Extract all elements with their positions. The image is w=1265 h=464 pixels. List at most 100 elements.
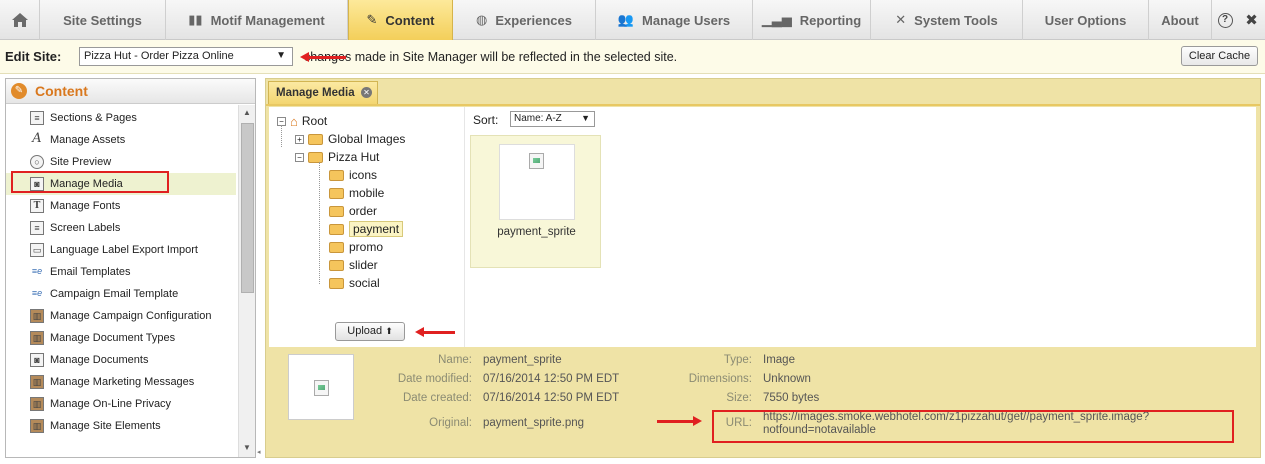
sidebar-item-label: Manage Site Elements (50, 420, 161, 432)
sidebar-item-manage-site-elements[interactable]: ▥ Manage Site Elements (6, 415, 236, 437)
sidebar-item-email-templates[interactable]: ≡e Email Templates (6, 261, 236, 283)
name-label: Name: (438, 354, 472, 366)
users-icon: 👥 (617, 12, 635, 27)
original-label: Original: (429, 417, 472, 429)
tree-connector (319, 162, 320, 284)
tab-label: Manage Media (276, 87, 355, 99)
date-created-value: 07/16/2014 12:50 PM EDT (483, 392, 620, 404)
edit-site-label: Edit Site: (5, 49, 62, 64)
sidebar-item-label: Manage Fonts (50, 200, 121, 212)
help-icon: ? (1217, 12, 1233, 28)
expand-icon[interactable]: + (295, 134, 304, 144)
sort-select-value: Name: A-Z (514, 113, 562, 124)
close-tab-icon[interactable]: ✕ (361, 87, 372, 98)
scrollbar-thumb[interactable] (241, 123, 254, 293)
tab-label: About (1161, 12, 1199, 28)
sidebar-item-manage-documents[interactable]: ◙ Manage Documents (6, 349, 236, 371)
scroll-down-icon[interactable]: ▼ (243, 443, 251, 452)
close-button[interactable]: ✖ (1238, 0, 1265, 40)
panel-splitter[interactable]: ◂ (257, 448, 262, 460)
folder-icon (308, 151, 323, 163)
tree-node-label: Root (301, 114, 328, 128)
folder-icon (329, 259, 344, 271)
folder-icon (329, 277, 344, 289)
tree-node-label: Pizza Hut (328, 150, 380, 164)
sidebar-item-manage-document-types[interactable]: ▥ Manage Document Types (6, 327, 236, 349)
document-icon: ≡ (30, 221, 44, 235)
tab-label: Content (385, 12, 435, 28)
tree-node-label: promo (349, 240, 384, 254)
tab-about[interactable]: About (1149, 0, 1212, 40)
folder-icon (329, 223, 344, 235)
sidebar-item-label: Manage Campaign Configuration (50, 310, 212, 322)
sidebar-item-campaign-email-template[interactable]: ≡e Campaign Email Template (6, 283, 236, 305)
original-value: payment_sprite.png (483, 417, 585, 429)
sidebar-item-label: Manage Marketing Messages (50, 376, 195, 388)
folder-icon (329, 205, 344, 217)
tab-motif-management[interactable]: ▮▮ Motif Management (166, 0, 348, 40)
help-button[interactable]: ? (1212, 0, 1238, 40)
tree-node-global-images[interactable]: + Global Images (295, 131, 405, 147)
sort-select[interactable]: Name: A-Z ▼ (510, 111, 595, 127)
collapse-icon[interactable]: − (295, 152, 304, 162)
scroll-up-icon[interactable]: ▲ (243, 108, 251, 117)
tab-reporting[interactable]: ▁▃▅ Reporting (753, 0, 871, 40)
tree-node-payment[interactable]: payment (329, 221, 404, 237)
tab-underline (266, 104, 1260, 106)
tab-site-settings[interactable]: Site Settings (40, 0, 166, 40)
date-modified-label: Date modified: (397, 373, 472, 385)
window-icon: ▭ (30, 243, 44, 257)
tab-user-options[interactable]: User Options (1023, 0, 1149, 40)
tab-system-tools[interactable]: ✕ System Tools (871, 0, 1023, 40)
bin-icon: ▥ (30, 419, 44, 433)
sidebar-item-sections-pages[interactable]: ≡ Sections & Pages (6, 107, 236, 129)
sidebar-item-site-preview[interactable]: ○ Site Preview (6, 151, 236, 173)
tree-node-root[interactable]: − ⌂ Root (277, 113, 327, 129)
upload-label: Upload (347, 325, 383, 337)
annotation-arrow (300, 52, 346, 62)
sidebar-item-label: Manage On-Line Privacy (50, 398, 172, 410)
tab-label: Site Settings (63, 12, 142, 28)
globe-icon: ◍ (476, 12, 488, 27)
document-icon: ≡ (30, 111, 44, 125)
upload-button[interactable]: Upload ⬆ (335, 322, 405, 341)
home-button[interactable] (0, 0, 40, 40)
sidebar-item-manage-fonts[interactable]: T Manage Fonts (6, 195, 236, 217)
site-select[interactable]: Pizza Hut - Order Pizza Online ▼ (79, 47, 293, 66)
annotation-highlight-box (712, 410, 1234, 443)
tree-node-social[interactable]: social (329, 275, 380, 291)
sidebar-item-manage-campaign-configuration[interactable]: ▥ Manage Campaign Configuration (6, 305, 236, 327)
tree-connector (281, 125, 282, 147)
sidebar-item-label: Site Preview (50, 156, 112, 168)
broken-image-icon (529, 153, 544, 169)
tree-node-slider[interactable]: slider (329, 257, 378, 273)
chart-icon: ▁▃▅ (761, 12, 792, 27)
sidebar-item-label: Campaign Email Template (50, 288, 179, 300)
folder-icon (308, 133, 323, 145)
sidebar-item-language-label-export-import[interactable]: ▭ Language Label Export Import (6, 239, 236, 261)
site-select-value: Pizza Hut - Order Pizza Online (84, 50, 234, 62)
tab-label: Motif Management (210, 12, 325, 28)
media-item[interactable]: payment_sprite (470, 135, 601, 268)
sidebar-item-manage-assets[interactable]: A Manage Assets (6, 129, 236, 151)
annotation-highlight-box (11, 171, 169, 193)
folder-icon (329, 241, 344, 253)
tab-manage-media[interactable]: Manage Media ✕ (268, 81, 378, 104)
tree-node-label: Global Images (328, 132, 406, 146)
clear-cache-button[interactable]: Clear Cache (1181, 46, 1258, 66)
bin-icon: ▥ (30, 397, 44, 411)
sidebar-item-manage-marketing-messages[interactable]: ▥ Manage Marketing Messages (6, 371, 236, 393)
sidebar-scrollbar[interactable]: ▲ ▼ (238, 105, 255, 457)
motif-icon: ▮▮ (188, 12, 203, 27)
tree-node-pizza-hut[interactable]: − Pizza Hut (295, 149, 379, 165)
tree-node-icons[interactable]: icons (329, 167, 377, 183)
sidebar-item-manage-on-line-privacy[interactable]: ▥ Manage On-Line Privacy (6, 393, 236, 415)
tree-node-promo[interactable]: promo (329, 239, 383, 255)
tree-node-mobile[interactable]: mobile (329, 185, 384, 201)
tree-node-order[interactable]: order (329, 203, 377, 219)
tab-content[interactable]: ✎ Content (348, 0, 453, 40)
tab-experiences[interactable]: ◍ Experiences (453, 0, 596, 40)
tab-manage-users[interactable]: 👥 Manage Users (596, 0, 753, 40)
tree-node-label: icons (349, 168, 378, 182)
sidebar-item-screen-labels[interactable]: ≡ Screen Labels (6, 217, 236, 239)
